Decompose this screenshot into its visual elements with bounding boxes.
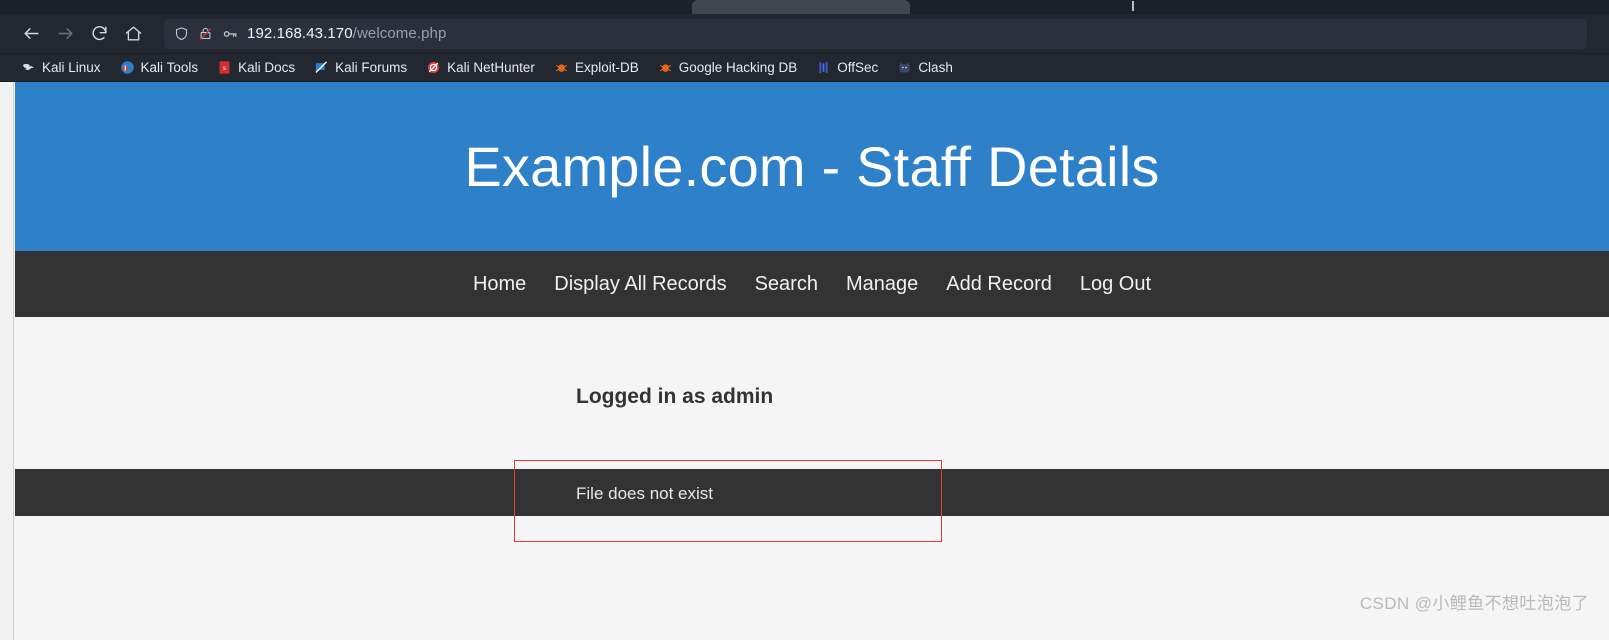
browser-toolbar: 192.168.43.170/welcome.php xyxy=(0,14,1609,54)
browser-window: 192.168.43.170/welcome.php Kali Linux Ka… xyxy=(0,0,1609,640)
offsec-icon xyxy=(819,61,828,74)
back-arrow-icon xyxy=(23,28,39,39)
reload-icon xyxy=(92,26,107,41)
back-button[interactable] xyxy=(14,19,48,49)
nav-link-display-all-records[interactable]: Display All Records xyxy=(540,274,740,294)
tab-title xyxy=(1132,1,1134,11)
url-path: /welcome.php xyxy=(352,25,447,42)
address-bar[interactable]: 192.168.43.170/welcome.php xyxy=(164,18,1587,49)
bookmark-kali-forums[interactable]: Kali Forums xyxy=(307,58,414,77)
viewport-left-gutter xyxy=(0,82,14,640)
web-page-content: Example.com - Staff Details Home Display… xyxy=(15,82,1609,640)
bookmark-kali-docs[interactable]: s Kali Docs xyxy=(210,58,302,77)
reload-button[interactable] xyxy=(82,19,116,49)
home-icon xyxy=(125,26,141,41)
kali-dragon-icon xyxy=(22,63,35,71)
bookmark-exploit-db[interactable]: Exploit-DB xyxy=(547,58,646,77)
kali-docs-icon: s xyxy=(219,61,230,74)
bookmark-label: Kali NetHunter xyxy=(447,60,535,75)
forward-button[interactable] xyxy=(48,19,82,49)
bookmarks-bar: Kali Linux Kali Tools s Kali Docs Kali F… xyxy=(0,54,1609,82)
site-header-banner: Example.com - Staff Details xyxy=(15,82,1609,251)
url-text[interactable]: 192.168.43.170/welcome.php xyxy=(247,25,446,42)
svg-text:s: s xyxy=(223,63,226,72)
clash-cat-icon xyxy=(899,62,910,73)
page-title: Example.com - Staff Details xyxy=(464,134,1160,198)
home-button[interactable] xyxy=(116,19,150,49)
bookmark-label: Exploit-DB xyxy=(574,60,639,75)
lock-crossed-icon[interactable] xyxy=(198,26,213,41)
url-host: 192.168.43.170 xyxy=(247,25,353,42)
forward-arrow-icon xyxy=(57,28,73,39)
bookmark-label: Kali Forums xyxy=(335,60,408,75)
bookmark-label: Kali Docs xyxy=(238,60,296,75)
login-status-text: Logged in as admin xyxy=(576,385,774,408)
kali-nethunter-icon xyxy=(428,61,440,74)
nav-link-home[interactable]: Home xyxy=(459,274,540,294)
csdn-watermark: CSDN @小鲤鱼不想吐泡泡了 xyxy=(1359,594,1589,613)
nav-link-add-record[interactable]: Add Record xyxy=(932,274,1066,294)
bookmark-label: Clash xyxy=(918,60,953,75)
bookmark-clash[interactable]: Clash xyxy=(890,58,960,77)
page-viewport: Example.com - Staff Details Home Display… xyxy=(0,82,1609,640)
key-icon[interactable] xyxy=(222,26,238,42)
shield-icon[interactable] xyxy=(174,26,189,41)
bookmark-kali-linux[interactable]: Kali Linux xyxy=(14,58,108,77)
exploit-db-bug-icon xyxy=(555,64,567,72)
bookmark-kali-tools[interactable]: Kali Tools xyxy=(113,58,206,77)
bookmark-label: Kali Tools xyxy=(140,60,199,75)
annotation-highlight-box xyxy=(514,460,942,542)
bookmark-kali-nethunter[interactable]: Kali NetHunter xyxy=(419,58,542,77)
google-hacking-db-bug-icon xyxy=(659,64,671,72)
bookmark-label: OffSec xyxy=(837,60,879,75)
bookmark-label: Kali Linux xyxy=(42,60,101,75)
kali-tools-icon xyxy=(120,61,134,74)
tab-strip xyxy=(0,0,1609,14)
bookmark-offsec[interactable]: OffSec xyxy=(809,58,885,77)
browser-tab-active[interactable] xyxy=(692,0,1134,14)
nav-link-log-out[interactable]: Log Out xyxy=(1066,274,1165,294)
site-navigation-bar: Home Display All Records Search Manage A… xyxy=(15,251,1609,317)
bookmark-label: Google Hacking DB xyxy=(678,60,798,75)
nav-link-search[interactable]: Search xyxy=(741,274,832,294)
kali-forums-icon xyxy=(315,61,328,73)
bookmark-google-hacking-db[interactable]: Google Hacking DB xyxy=(651,58,805,77)
nav-link-manage[interactable]: Manage xyxy=(832,274,932,294)
